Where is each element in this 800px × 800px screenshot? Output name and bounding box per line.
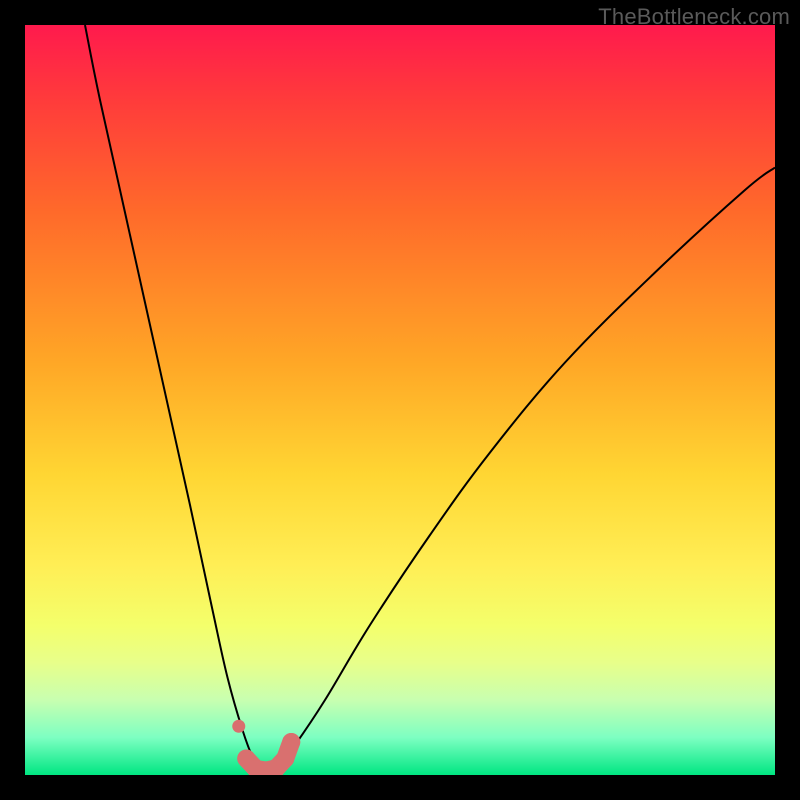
bottleneck-curve	[85, 25, 775, 773]
chart-frame: TheBottleneck.com	[0, 0, 800, 800]
marker-layer	[232, 720, 300, 775]
marker-cap	[282, 733, 300, 751]
plot-area	[25, 25, 775, 775]
curve-layer	[25, 25, 775, 775]
watermark-text: TheBottleneck.com	[598, 4, 790, 30]
marker-dot	[232, 720, 245, 733]
marker-cap	[276, 750, 294, 768]
